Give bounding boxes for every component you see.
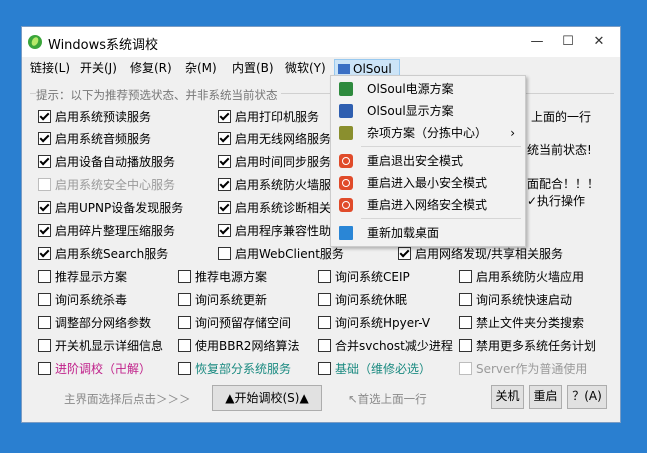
restart-button[interactable]: 重启 — [529, 385, 562, 409]
checkbox-search[interactable]: 启用系统Search服务 — [38, 246, 168, 262]
checkbox-autoplay[interactable]: 启用设备自动播放服务 — [38, 154, 175, 170]
checkbox-webclient[interactable]: 启用WebClient服务 — [218, 246, 344, 262]
menu-item-reload-desktop[interactable]: 重新加载桌面 — [331, 222, 525, 244]
display-plan-icon — [339, 104, 353, 118]
olsoul-icon — [338, 64, 350, 74]
main-window: Windows系统调校 — ☐ ✕ 链接(L) 开关(J) 修复(R) 杂(M)… — [21, 26, 621, 423]
right-note-4: ✓执行操作 — [527, 194, 586, 208]
menu-item-misc-plan[interactable]: 杂项方案（分拣中心） › — [331, 122, 525, 144]
app-leaf-icon — [28, 35, 42, 49]
start-tune-button[interactable]: ▲开始调校(S)▲ — [212, 385, 322, 411]
menu-links[interactable]: 链接(L) — [30, 59, 70, 77]
menu-misc[interactable]: 杂(M) — [185, 59, 217, 77]
restart-icon — [339, 154, 353, 168]
checkbox-security-center: 启用系统安全中心服务 — [38, 177, 175, 193]
help-button[interactable]: ？(A) — [567, 385, 607, 409]
checkbox-bbr2[interactable]: 使用BBR2网络算法 — [178, 338, 299, 354]
checkbox-upnp[interactable]: 启用UPNP设备发现服务 — [38, 200, 183, 216]
checkbox-network-discovery[interactable]: 启用网络发现/共享相关服务 — [398, 246, 563, 262]
checkbox-box[interactable] — [38, 110, 51, 123]
menu-repair[interactable]: 修复(R) — [130, 59, 172, 77]
submenu-arrow-icon: › — [510, 126, 515, 140]
power-plan-icon — [339, 82, 353, 96]
checkbox-audio[interactable]: 启用系统音频服务 — [38, 131, 151, 147]
checkbox-hibernate[interactable]: 询问系统休眠 — [318, 292, 407, 308]
menu-switch[interactable]: 开关(J) — [80, 59, 117, 77]
menu-builtin[interactable]: 内置(B) — [232, 59, 274, 77]
checkbox-prefetch[interactable]: 启用系统预读服务 — [38, 109, 151, 125]
restart-icon — [339, 176, 353, 190]
desktop-icon — [339, 226, 353, 240]
window-title: Windows系统调校 — [48, 38, 159, 53]
checkbox-task-schedule[interactable]: 禁用更多系统任务计划 — [459, 338, 596, 354]
checkbox-printer[interactable]: 启用打印机服务 — [218, 109, 319, 125]
checkbox-fast-startup[interactable]: 询问系统快速启动 — [459, 292, 572, 308]
maximize-button[interactable]: ☐ — [553, 31, 583, 53]
checkbox-power-plan[interactable]: 推荐电源方案 — [178, 269, 267, 285]
menu-bar: 链接(L) 开关(J) 修复(R) 杂(M) 内置(B) 微软(Y) OlSou… — [22, 57, 620, 77]
hint-text: 提示：以下为推荐预选状态、并非系统当前状态 — [36, 87, 281, 103]
checkbox-restore-services[interactable]: 恢复部分系统服务 — [178, 361, 291, 377]
menu-microsoft[interactable]: 微软(Y) — [285, 59, 326, 77]
checkbox-defrag[interactable]: 启用碎片整理压缩服务 — [38, 223, 175, 239]
checkbox-update[interactable]: 询问系统更新 — [178, 292, 267, 308]
menu-item-power-plan[interactable]: OlSoul电源方案 — [331, 78, 525, 100]
checkbox-reserved-storage[interactable]: 询问预留存储空间 — [178, 315, 291, 331]
checkbox-ceip[interactable]: 询问系统CEIP — [318, 269, 410, 285]
checkbox-compat[interactable]: 启用程序兼容性助 — [218, 223, 331, 239]
checkbox-advanced[interactable]: 进阶调校（卍解） — [38, 361, 151, 377]
checkbox-verbose-status[interactable]: 开关机显示详细信息 — [38, 338, 163, 354]
checkbox-diagnostics[interactable]: 启用系统诊断相关 — [218, 200, 331, 216]
right-note-1: 上面的一行 — [531, 110, 592, 124]
menu-olsoul-label: OlSoul — [353, 62, 392, 76]
restart-icon — [339, 198, 353, 212]
checkbox-svchost[interactable]: 合并svchost减少进程 — [318, 338, 453, 354]
menu-separator — [361, 218, 521, 219]
right-note-3: 面配合！！！ — [527, 177, 600, 191]
minimize-button[interactable]: — — [522, 31, 552, 53]
checkbox-display-plan[interactable]: 推荐显示方案 — [38, 269, 127, 285]
checkbox-firewall-app[interactable]: 启用系统防火墙应用 — [459, 269, 584, 285]
checkbox-wireless[interactable]: 启用无线网络服务 — [218, 131, 331, 147]
footer-hint: 主界面选择后点击＞＞＞ — [64, 392, 191, 406]
checkbox-server-mode: Server作为普通使用 — [459, 361, 587, 377]
checkbox-folder-search[interactable]: 禁止文件夹分类搜索 — [459, 315, 584, 331]
menu-item-exit-safe-mode[interactable]: 重启退出安全模式 — [331, 150, 525, 172]
right-note-2: 统当前状态! — [527, 143, 592, 157]
menu-separator — [361, 146, 521, 147]
checkbox-timesync[interactable]: 启用时间同步服务 — [218, 154, 331, 170]
menu-item-network-safe-mode[interactable]: 重启进入网络安全模式 — [331, 194, 525, 216]
close-button[interactable]: ✕ — [584, 31, 614, 53]
title-bar: Windows系统调校 — ☐ ✕ — [22, 27, 620, 57]
checkbox-hyperv[interactable]: 询问系统Hpyer-V — [318, 315, 430, 331]
menu-item-minimal-safe-mode[interactable]: 重启进入最小安全模式 — [331, 172, 525, 194]
olsoul-dropdown-menu: OlSoul电源方案 OlSoul显示方案 杂项方案（分拣中心） › 重启退出安… — [330, 75, 526, 247]
checkbox-firewall-service[interactable]: 启用系统防火墙服 — [218, 177, 331, 193]
first-row-hint: ↖首选上面一行 — [348, 392, 427, 406]
checkbox-basic[interactable]: 基础（维修必选） — [318, 361, 431, 377]
misc-plan-icon — [339, 126, 353, 140]
about-button[interactable]: 关机 — [491, 385, 524, 409]
menu-item-display-plan[interactable]: OlSoul显示方案 — [331, 100, 525, 122]
checkbox-antivirus[interactable]: 询问系统杀毒 — [38, 292, 127, 308]
checkbox-network-params[interactable]: 调整部分网络参数 — [38, 315, 151, 331]
